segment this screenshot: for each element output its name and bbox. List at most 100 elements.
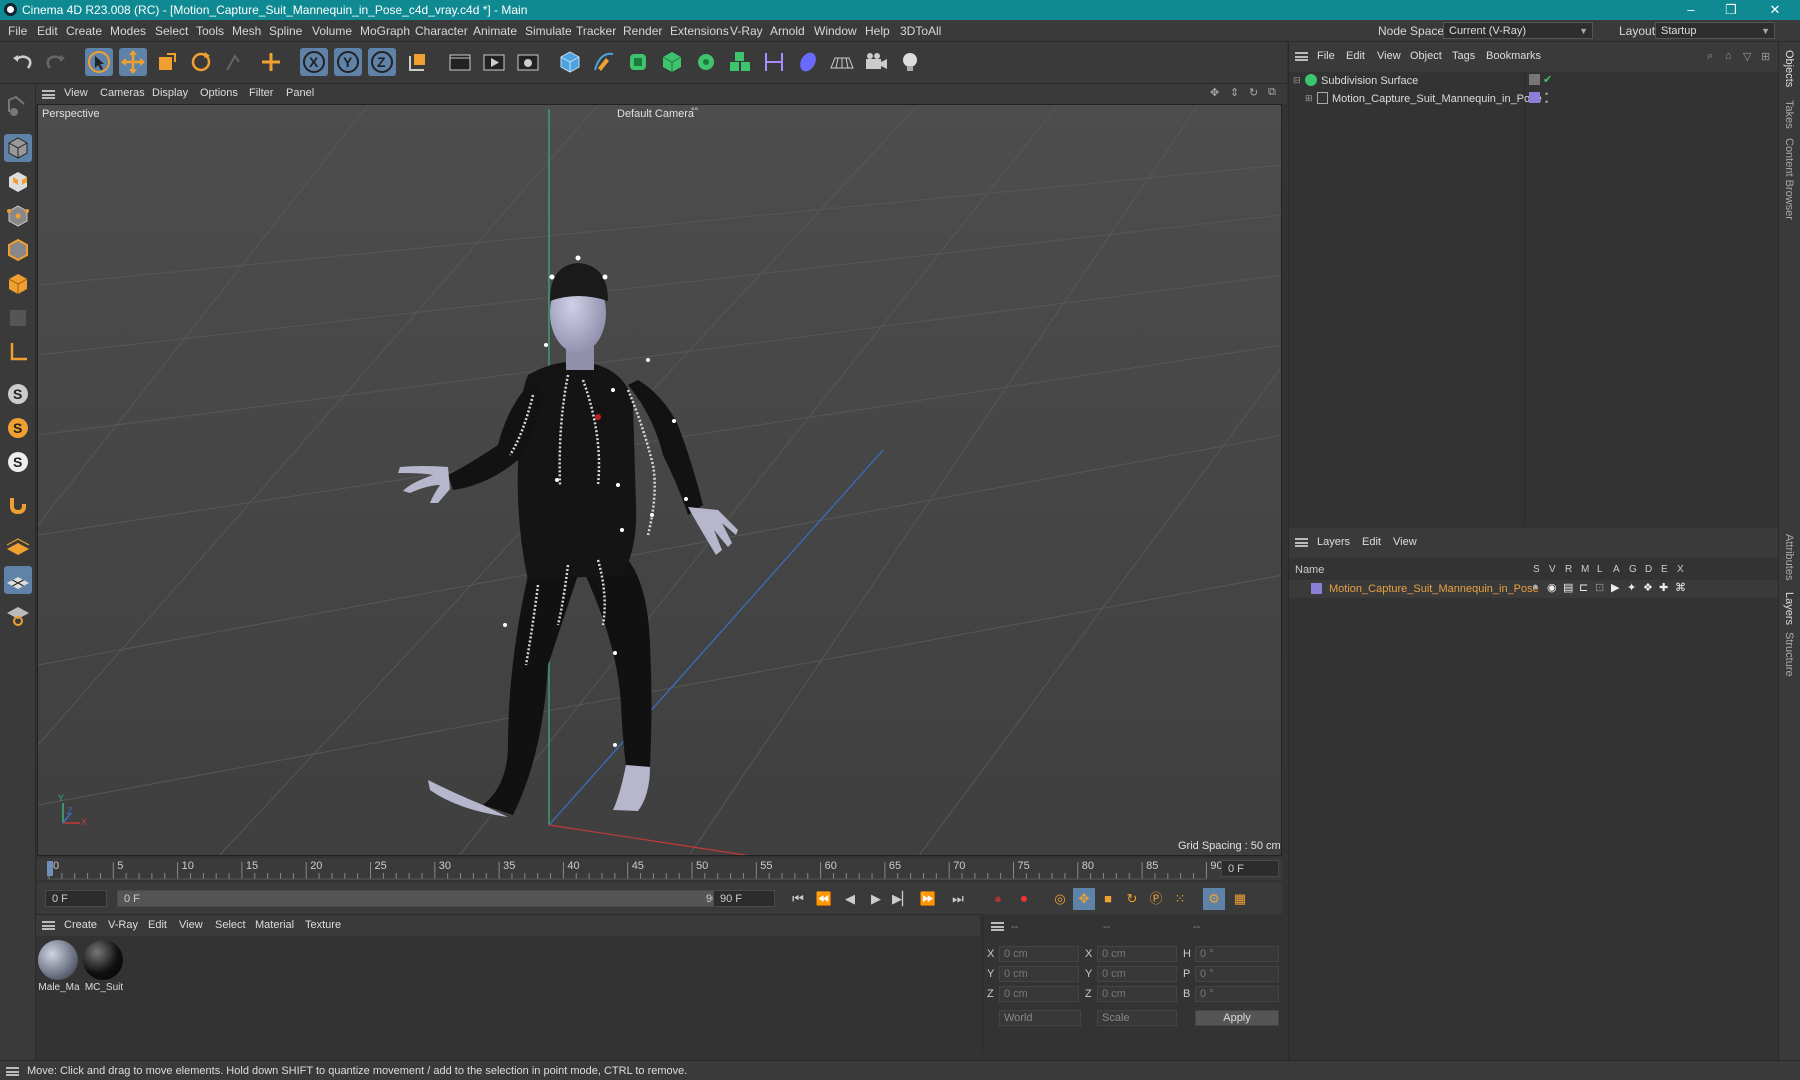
snap-s-icon[interactable]: S — [4, 380, 32, 408]
menu-render[interactable]: Render — [623, 24, 662, 38]
rotate-view-icon[interactable]: ↻ — [1249, 86, 1258, 99]
tab-content-browser[interactable]: Content Browser — [1783, 138, 1795, 220]
z-axis-lock-icon[interactable]: Z — [368, 48, 396, 76]
objects-menu-tags[interactable]: Tags — [1452, 50, 1475, 62]
tab-layers[interactable]: Layers — [1783, 592, 1795, 625]
material-swatch[interactable]: Male_Ma — [38, 940, 80, 996]
menu-help[interactable]: Help — [865, 24, 890, 38]
viewport-menu-cameras[interactable]: Cameras — [100, 87, 145, 99]
model-mode-icon[interactable] — [4, 134, 32, 162]
deformers-toggle-icon[interactable]: ❖ — [1643, 581, 1653, 594]
objects-menu-object[interactable]: Object — [1410, 50, 1442, 62]
material-menu-edit[interactable]: Edit — [148, 919, 167, 931]
collapse-icon[interactable]: ⊟ — [1293, 75, 1301, 86]
key-pla-icon[interactable]: ⁙ — [1169, 888, 1191, 910]
coord-rot-p-field[interactable]: 0 ° — [1195, 966, 1279, 982]
object-row[interactable]: ⊞ Motion_Capture_Suit_Mannequin_in_Pose … — [1289, 90, 1779, 108]
menu-tools[interactable]: Tools — [196, 24, 224, 38]
enabled-check-icon[interactable]: ✔ — [1543, 73, 1552, 86]
undo-icon[interactable] — [8, 48, 36, 76]
coord-rot-h-field[interactable]: 0 ° — [1195, 946, 1279, 962]
y-axis-lock-icon[interactable]: Y — [334, 48, 362, 76]
viewport-3d[interactable]: Perspective Default Camera °° Grid Spaci… — [37, 104, 1282, 856]
cube-primitive-icon[interactable] — [556, 48, 584, 76]
timeline-window-icon[interactable]: ▦ — [1229, 888, 1251, 910]
layer-row[interactable]: Motion_Capture_Suit_Mannequin_in_Pose ● … — [1289, 580, 1779, 598]
material-menu-create[interactable]: Create — [64, 919, 97, 931]
render-picture-viewer-icon[interactable] — [480, 48, 508, 76]
layer-color-swatch[interactable] — [1311, 583, 1322, 594]
menu-mesh[interactable]: Mesh — [232, 24, 261, 38]
render-settings-icon[interactable] — [514, 48, 542, 76]
go-to-end-icon[interactable]: ⏭ — [947, 888, 969, 910]
extrude-generator-icon[interactable] — [658, 48, 686, 76]
tab-takes[interactable]: Takes — [1783, 100, 1795, 129]
search-icon[interactable]: ⌕ — [1707, 50, 1713, 63]
menu-modes[interactable]: Modes — [110, 24, 146, 38]
camera-link-icon[interactable]: °° — [691, 106, 698, 116]
frame-range-slider[interactable]: 0 F 90 F — [117, 890, 737, 907]
restore-button[interactable]: ❐ — [1716, 1, 1746, 19]
coord-size-z-field[interactable]: 0 cm — [1097, 986, 1177, 1002]
visibility-dots-icon[interactable]: • • — [1545, 90, 1548, 107]
manager-toggle-icon[interactable]: ⊏ — [1579, 581, 1588, 594]
camera-label[interactable]: Default Camera — [617, 108, 694, 120]
node-space-select[interactable]: Current (V-Ray) ▼ — [1443, 22, 1593, 39]
filter-icon[interactable]: ▽ — [1743, 50, 1751, 63]
workplane-icon[interactable] — [4, 532, 32, 560]
menu-extensions[interactable]: Extensions — [670, 24, 729, 38]
quantize-snap-icon[interactable]: S — [4, 448, 32, 476]
zoom-view-icon[interactable]: ⇕ — [1230, 86, 1239, 99]
objects-menu-bookmarks[interactable]: Bookmarks — [1486, 50, 1541, 62]
play-icon[interactable]: ▶ — [865, 888, 887, 910]
home-icon[interactable]: ⌂ — [1725, 50, 1732, 62]
recent-tool-icon[interactable] — [221, 48, 249, 76]
coord-pos-x-field[interactable]: 0 cm — [999, 946, 1079, 962]
go-to-start-icon[interactable]: ⏮ — [787, 888, 809, 910]
coord-pos-y-field[interactable]: 0 cm — [999, 966, 1079, 982]
layer-color-swatch[interactable] — [1529, 92, 1540, 103]
menu-character[interactable]: Character — [415, 24, 468, 38]
viewport-hamburger-icon[interactable] — [42, 90, 55, 99]
uv-mode-icon[interactable] — [4, 304, 32, 332]
key-parameter-icon[interactable]: Ⓟ — [1145, 888, 1167, 910]
object-row[interactable]: ⊟ Subdivision Surface ✔ — [1289, 72, 1779, 90]
start-frame-field[interactable]: 0 F — [45, 890, 107, 907]
visibility-toggle-icon[interactable] — [1529, 74, 1540, 85]
layers-menu-layers[interactable]: Layers — [1317, 536, 1350, 548]
layers-hamburger-icon[interactable] — [1295, 538, 1308, 547]
layout-select[interactable]: Startup ▼ — [1655, 22, 1775, 39]
current-frame-field[interactable]: 0 F — [1221, 860, 1279, 877]
objects-menu-edit[interactable]: Edit — [1346, 50, 1365, 62]
viewport-menu-display[interactable]: Display — [152, 87, 188, 99]
menu-create[interactable]: Create — [66, 24, 102, 38]
magnet-icon[interactable] — [4, 490, 32, 518]
coordinates-hamburger-icon[interactable] — [991, 922, 1004, 931]
spline-pen-icon[interactable] — [590, 48, 618, 76]
timeline-ruler[interactable]: 0 5 10 15 20 25 30 35 40 45 50 55 60 65 70 75 80 85 90 0 F — [37, 858, 1282, 880]
end-frame-field[interactable]: 90 F — [713, 890, 775, 907]
next-key-icon[interactable]: ⏩ — [917, 888, 939, 910]
floor-icon[interactable] — [828, 48, 856, 76]
coord-rot-b-field[interactable]: 0 ° — [1195, 986, 1279, 1002]
menu-arnold[interactable]: Arnold — [770, 24, 805, 38]
menu-spline[interactable]: Spline — [269, 24, 302, 38]
xref-toggle-icon[interactable]: ⌘ — [1675, 581, 1686, 594]
motion-system-icon[interactable]: ⚙ — [1203, 888, 1225, 910]
coord-size-y-field[interactable]: 0 cm — [1097, 966, 1177, 982]
keyframe-selection-icon[interactable]: ◎ — [1049, 888, 1071, 910]
move-tool-icon[interactable] — [119, 48, 147, 76]
status-hamburger-icon[interactable] — [6, 1067, 19, 1076]
coord-pos-z-field[interactable]: 0 cm — [999, 986, 1079, 1002]
coordinate-space-select[interactable]: World — [999, 1010, 1081, 1026]
instance-icon[interactable] — [726, 48, 754, 76]
material-menu-view[interactable]: View — [179, 919, 203, 931]
menu-animate[interactable]: Animate — [473, 24, 517, 38]
menu-3dtoall[interactable]: 3DToAll — [900, 24, 941, 38]
render-toggle-icon[interactable]: ▤ — [1563, 581, 1573, 594]
view-toggle-icon[interactable]: ◉ — [1547, 581, 1557, 594]
next-frame-icon[interactable]: ▶▏ — [891, 888, 913, 910]
objects-hamburger-icon[interactable] — [1295, 52, 1308, 61]
new-window-icon[interactable]: ⊞ — [1761, 50, 1770, 63]
solo-toggle-icon[interactable]: ● — [1532, 581, 1539, 593]
